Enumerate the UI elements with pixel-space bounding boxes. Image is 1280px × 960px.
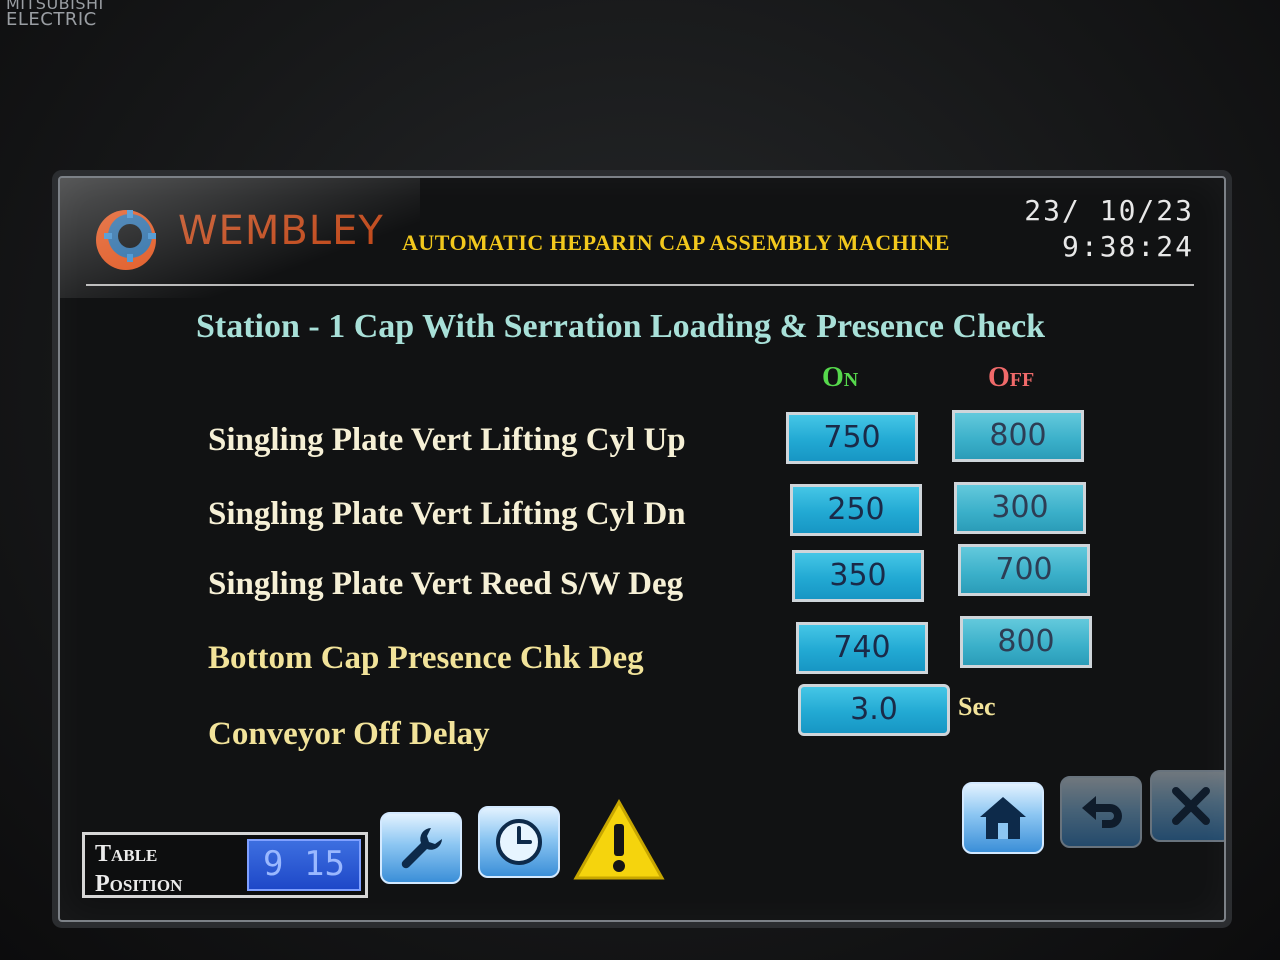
timer-button[interactable] xyxy=(478,806,560,878)
wrench-icon xyxy=(401,828,442,869)
hmi-screen: WEMBLEY AUTOMATIC HEPARIN CAP ASSEMBLY M… xyxy=(58,176,1226,922)
page-title: Station - 1 Cap With Serration Loading &… xyxy=(196,308,1046,345)
on-column-header: On xyxy=(822,362,859,393)
table-position-value: 9 15 xyxy=(247,839,361,891)
close-icon xyxy=(1172,787,1210,825)
home-button[interactable] xyxy=(962,782,1044,854)
reed-sw-off-input[interactable]: 700 xyxy=(958,544,1090,596)
cap-presence-off-input[interactable]: 800 xyxy=(960,616,1092,668)
manufacturer-logo: MITSUBISHI ELECTRIC xyxy=(6,0,104,30)
clock-icon xyxy=(496,819,542,865)
conveyor-delay-input[interactable]: 3.0 xyxy=(798,684,950,736)
table-position-panel: Table Position 9 15 xyxy=(82,832,368,898)
close-button[interactable] xyxy=(1150,770,1224,842)
hmi-bezel: MITSUBISHI ELECTRIC WEMBLEY AUTOMATIC HE… xyxy=(0,0,1280,960)
header-divider xyxy=(86,284,1194,286)
back-button[interactable] xyxy=(1060,776,1142,848)
brand-name: WEMBLEY xyxy=(178,208,384,254)
time-display: 9:38:24 xyxy=(1061,230,1194,263)
machine-title: AUTOMATIC HEPARIN CAP ASSEMBLY MACHINE xyxy=(402,230,950,255)
maker-line-2: ELECTRIC xyxy=(6,9,97,30)
date-display: 23/ 10/23 xyxy=(1024,194,1194,227)
home-icon xyxy=(980,797,1026,839)
lift-dn-on-input[interactable]: 250 xyxy=(790,484,922,536)
conveyor-delay-unit: Sec xyxy=(958,692,996,721)
param-label-lift-dn: Singling Plate Vert Lifting Cyl Dn xyxy=(208,496,686,532)
back-arrow-icon xyxy=(1082,796,1122,828)
table-position-label-line-2: Position xyxy=(95,871,183,897)
table-position-label-line-1: Table xyxy=(95,841,158,867)
table-position-label: Table Position xyxy=(95,839,235,899)
off-column-header: Off xyxy=(988,362,1035,393)
param-label-lift-up: Singling Plate Vert Lifting Cyl Up xyxy=(208,422,686,458)
param-label-conveyor-delay: Conveyor Off Delay xyxy=(208,716,490,752)
param-label-cap-presence: Bottom Cap Presence Chk Deg xyxy=(208,640,644,676)
warning-icon[interactable] xyxy=(572,798,666,882)
lift-dn-off-input[interactable]: 300 xyxy=(954,482,1086,534)
wembley-logo-icon xyxy=(96,210,156,270)
lift-up-off-input[interactable]: 800 xyxy=(952,410,1084,462)
cap-presence-on-input[interactable]: 740 xyxy=(796,622,928,674)
param-label-reed-sw: Singling Plate Vert Reed S/W Deg xyxy=(208,566,684,602)
settings-button[interactable] xyxy=(380,812,462,884)
reed-sw-on-input[interactable]: 350 xyxy=(792,550,924,602)
lift-up-on-input[interactable]: 750 xyxy=(786,412,918,464)
